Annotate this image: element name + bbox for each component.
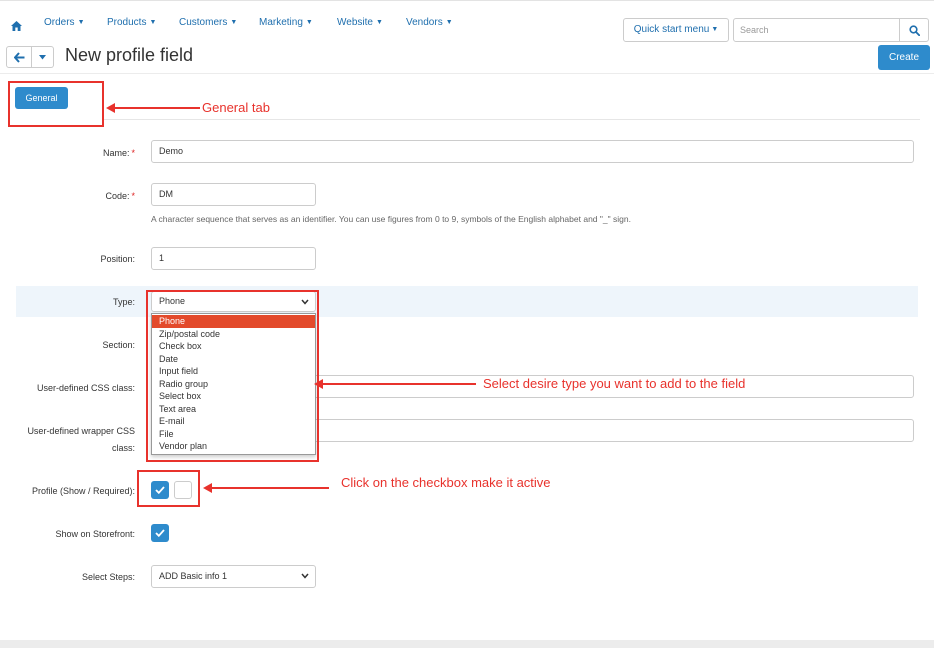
name-value: Demo: [159, 146, 184, 156]
position-label: Position:: [100, 254, 135, 264]
caret-down-icon: ▼: [77, 19, 85, 26]
profile-label: Profile (Show / Required):: [31, 486, 135, 496]
page-title: New profile field: [65, 45, 194, 65]
caret-down-icon: ▼: [375, 19, 383, 26]
top-navigation: Orders ▼ Products ▼ Customers ▼ Marketing ▼ …: [0, 7, 934, 42]
code-label: Code: *: [105, 191, 135, 201]
nav-vendors-label: Vendors: [406, 17, 443, 28]
quick-start-menu-button[interactable]: Quick start menu ▼: [623, 18, 729, 42]
search-button[interactable]: [899, 18, 929, 42]
arrow-left-icon: [14, 52, 25, 63]
position-value: 1: [159, 253, 165, 263]
name-field[interactable]: Demo: [151, 140, 914, 163]
annotation-arrow-line: [211, 487, 329, 489]
nav-products[interactable]: Products ▼: [107, 17, 156, 28]
annotation-type-text: Select desire type you want to add to th…: [483, 376, 746, 391]
tab-divider: [104, 119, 920, 120]
section-label: Section:: [102, 340, 135, 350]
caret-down-icon: ▼: [305, 19, 313, 26]
name-label: Name: *: [102, 148, 135, 158]
page: Orders ▼ Products ▼ Customers ▼ Marketing ▼ …: [0, 0, 934, 648]
annotation-arrow-line: [322, 383, 476, 385]
position-field[interactable]: 1: [151, 247, 316, 270]
code-help-text: A character sequence that serves as an i…: [151, 214, 631, 224]
nav-orders[interactable]: Orders ▼: [44, 17, 85, 28]
wrapper-css-label-line2: class:: [111, 443, 135, 453]
css-class-label: User-defined CSS class:: [36, 383, 135, 393]
quick-start-label: Quick start menu: [633, 24, 710, 35]
caret-down-icon: ▼: [445, 19, 453, 26]
wrapper-css-label-line1: User-defined wrapper CSS: [27, 426, 135, 436]
nav-customers-label: Customers: [179, 17, 228, 28]
nav-marketing-label: Marketing: [259, 17, 303, 28]
caret-down-icon: [39, 55, 46, 60]
caret-down-icon: ▼: [711, 26, 719, 33]
search-input[interactable]: Search: [733, 18, 900, 42]
annotation-general-box: [8, 81, 104, 127]
nav-products-label: Products: [107, 17, 147, 28]
annotation-arrow-line: [114, 107, 200, 109]
code-field[interactable]: DM: [151, 183, 316, 206]
nav-vendors[interactable]: Vendors ▼: [406, 17, 453, 28]
steps-select-value: ADD Basic info 1: [159, 571, 228, 581]
annotation-checkbox-text: Click on the checkbox make it active: [341, 475, 551, 490]
caret-down-icon: ▼: [149, 19, 157, 26]
back-button[interactable]: [6, 46, 32, 68]
create-button[interactable]: Create: [878, 45, 930, 70]
bottom-strip: [0, 640, 934, 648]
steps-label: Select Steps:: [81, 572, 135, 582]
storefront-checkbox[interactable]: [151, 524, 169, 542]
admin-frame: Orders ▼ Products ▼ Customers ▼ Marketing ▼ …: [0, 0, 934, 640]
steps-select[interactable]: ADD Basic info 1: [151, 565, 316, 588]
annotation-general-text: General tab: [202, 100, 270, 115]
search-icon: [909, 25, 920, 36]
code-value: DM: [159, 189, 173, 199]
caret-down-icon: ▼: [230, 19, 238, 26]
header-divider: [0, 73, 934, 74]
nav-website-label: Website: [337, 17, 373, 28]
check-icon: [155, 529, 165, 537]
search-placeholder: Search: [740, 25, 769, 35]
actions-dropdown-button[interactable]: [32, 46, 54, 68]
nav-website[interactable]: Website ▼: [337, 17, 383, 28]
home-icon[interactable]: [11, 18, 22, 31]
nav-customers[interactable]: Customers ▼: [179, 17, 237, 28]
nav-marketing[interactable]: Marketing ▼: [259, 17, 313, 28]
annotation-checkbox-box: [137, 470, 200, 507]
annotation-type-box: [146, 290, 319, 462]
chevron-down-icon: [301, 573, 309, 579]
storefront-label: Show on Storefront:: [55, 529, 135, 539]
type-label: Type:: [112, 297, 135, 307]
nav-orders-label: Orders: [44, 17, 75, 28]
